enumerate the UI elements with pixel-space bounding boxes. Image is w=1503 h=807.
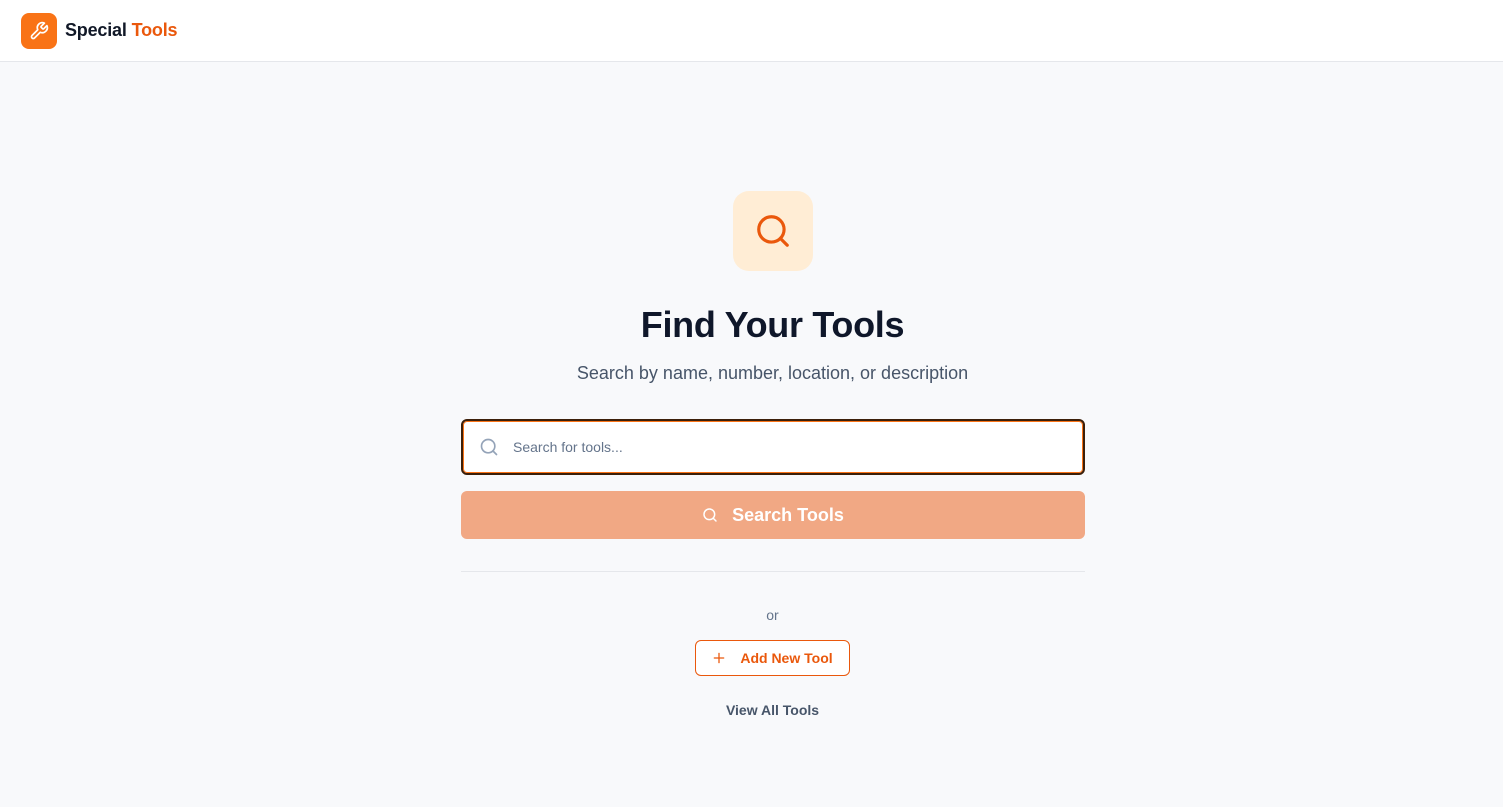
search-tools-button[interactable]: Search Tools [461, 491, 1085, 539]
divider [461, 571, 1085, 572]
search-tools-button-label: Search Tools [732, 504, 844, 525]
or-separator: or [766, 607, 779, 623]
brand-name[interactable]: Special Tools [65, 20, 178, 41]
search-input[interactable] [513, 439, 1053, 455]
search-icon [479, 437, 499, 457]
search-icon [754, 212, 792, 250]
main-content: Find Your Tools Search by name, number, … [0, 62, 1503, 807]
plus-icon [712, 651, 726, 665]
page-title: Find Your Tools [640, 304, 905, 345]
search-icon [702, 507, 718, 523]
brand-name-primary: Special [65, 20, 127, 40]
add-new-tool-label: Add New Tool [740, 650, 833, 666]
page-subtitle: Search by name, number, location, or des… [576, 363, 969, 383]
brand-name-accent: Tools [131, 20, 178, 40]
hero-icon-badge [733, 191, 813, 271]
top-bar: Special Tools [0, 0, 1503, 62]
search-box[interactable] [461, 419, 1085, 475]
add-new-tool-button[interactable]: Add New Tool [695, 640, 850, 676]
view-all-tools-link[interactable]: View All Tools [0, 702, 1503, 718]
wrench-icon [29, 21, 49, 41]
logo[interactable] [21, 12, 57, 49]
